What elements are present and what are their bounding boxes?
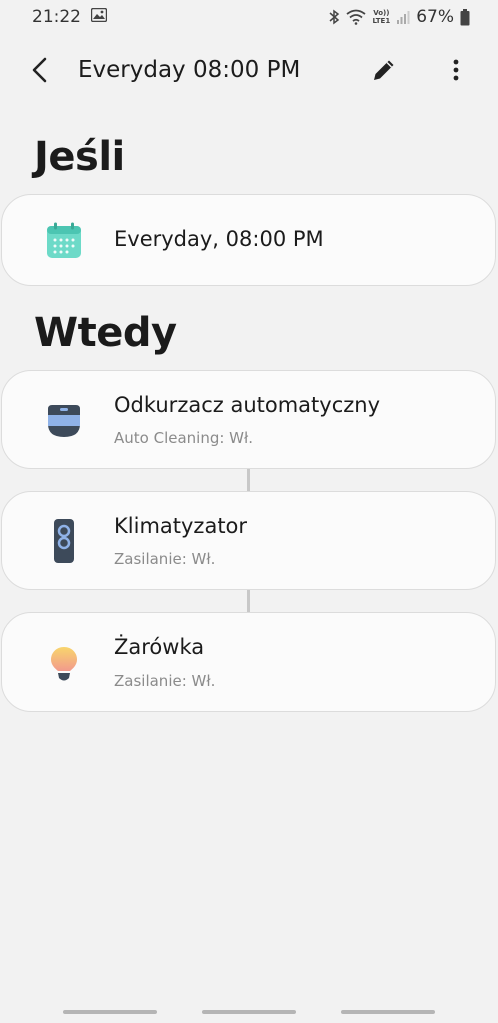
- battery-icon: [460, 8, 470, 26]
- trigger-card[interactable]: Everyday, 08:00 PM: [1, 194, 496, 286]
- robot-vacuum-icon: [42, 399, 86, 443]
- if-heading: Jeśli: [34, 134, 125, 180]
- bluetooth-icon: [328, 9, 340, 25]
- connector-line: [247, 469, 250, 491]
- nav-home[interactable]: [202, 1010, 296, 1014]
- battery-percent: 67%: [416, 7, 454, 27]
- back-button[interactable]: [22, 54, 58, 90]
- connector-line: [247, 590, 250, 612]
- nav-back[interactable]: [341, 1010, 435, 1014]
- edit-button[interactable]: [366, 54, 402, 90]
- lte-label: LTE1: [372, 17, 391, 25]
- gallery-notification-icon: [90, 7, 108, 27]
- page-title: Everyday 08:00 PM: [78, 57, 301, 83]
- wifi-icon: [346, 9, 367, 25]
- more-vertical-icon: [452, 58, 460, 86]
- more-options-button[interactable]: [438, 54, 474, 90]
- status-bar: 21:22 Vo)) LTE1 67%: [0, 0, 498, 34]
- light-bulb-icon: [42, 643, 86, 687]
- calendar-icon: [42, 219, 86, 263]
- volte-label: Vo)): [373, 9, 390, 17]
- nav-recent-apps[interactable]: [63, 1010, 157, 1014]
- pencil-icon: [371, 57, 397, 87]
- then-heading: Wtedy: [34, 310, 177, 356]
- signal-icon: [396, 10, 410, 24]
- action-subtitle: Zasilanie: Wł.: [114, 550, 216, 568]
- app-bar: Everyday 08:00 PM: [0, 40, 498, 104]
- action-subtitle: Zasilanie: Wł.: [114, 672, 216, 690]
- action-title: Żarówka: [114, 635, 205, 659]
- back-arrow-icon: [31, 57, 49, 87]
- trigger-label: Everyday, 08:00 PM: [114, 227, 324, 251]
- status-time: 21:22: [32, 7, 81, 27]
- action-card-robot-vacuum[interactable]: Odkurzacz automatyczny Auto Cleaning: Wł…: [1, 370, 496, 469]
- action-title: Odkurzacz automatyczny: [114, 393, 381, 417]
- action-title: Klimatyzator: [114, 514, 248, 538]
- action-card-light-bulb[interactable]: Żarówka Zasilanie: Wł.: [1, 612, 496, 712]
- network-type: Vo)) LTE1: [372, 9, 390, 25]
- air-conditioner-icon: [42, 519, 86, 563]
- action-card-air-conditioner[interactable]: Klimatyzator Zasilanie: Wł.: [1, 491, 496, 590]
- action-subtitle: Auto Cleaning: Wł.: [114, 429, 254, 447]
